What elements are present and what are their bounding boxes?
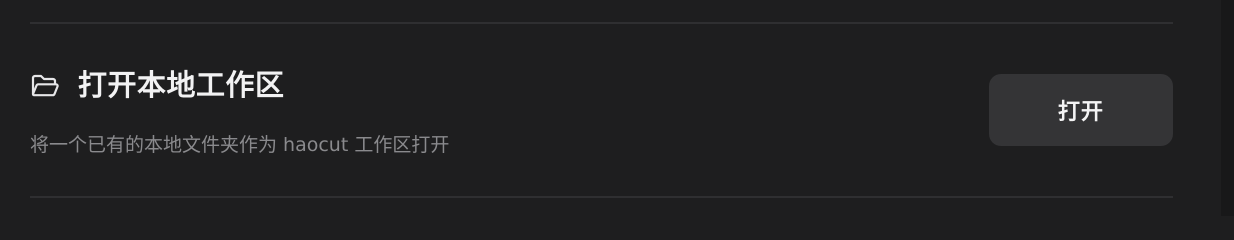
- section-title: 打开本地工作区: [78, 68, 285, 102]
- open-button[interactable]: 打开: [989, 74, 1173, 146]
- section-header: 打开本地工作区: [30, 67, 285, 103]
- divider-bottom: [30, 196, 1173, 198]
- folder-open-icon: [30, 71, 60, 101]
- section-description: 将一个已有的本地文件夹作为 haocut 工作区打开: [30, 134, 450, 156]
- open-local-workspace-row: 打开本地工作区 将一个已有的本地文件夹作为 haocut 工作区打开 打开: [30, 24, 1173, 196]
- scrollbar-track[interactable]: [1221, 0, 1234, 216]
